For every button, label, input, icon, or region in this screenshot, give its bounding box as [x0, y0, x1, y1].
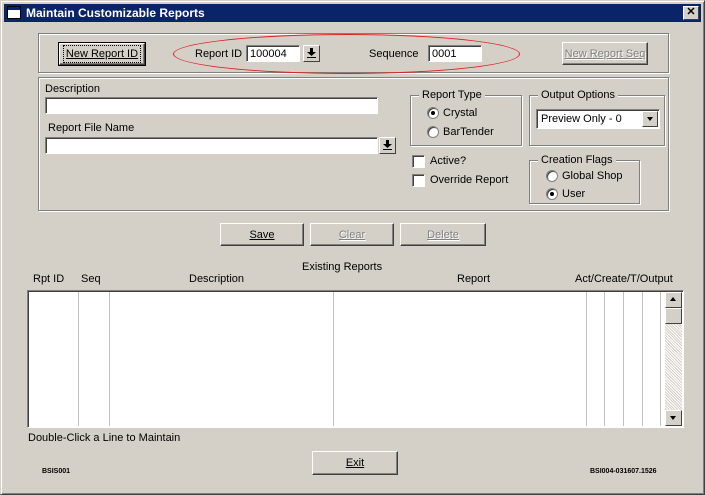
column-divider — [660, 292, 661, 426]
scroll-up-arrow-icon — [670, 297, 676, 301]
report-file-name-label: Report File Name — [48, 122, 135, 134]
report-id-lookup-button[interactable] — [303, 45, 320, 62]
column-divider — [333, 292, 334, 426]
report-file-name-field[interactable] — [45, 137, 378, 154]
new-report-seq-label: New Report Seq — [564, 47, 646, 60]
user-radio[interactable] — [546, 188, 558, 200]
column-divider — [586, 292, 587, 426]
column-divider — [604, 292, 605, 426]
delete-button[interactable]: Delete — [400, 223, 486, 246]
download-arrow-icon — [383, 140, 392, 150]
window-title: Maintain Customizable Reports — [26, 6, 205, 20]
report-type-group: Report Type — [410, 89, 522, 146]
grid-vertical-scrollbar[interactable] — [665, 292, 682, 426]
download-arrow-icon — [307, 48, 316, 58]
override-report-label: Override Report — [430, 174, 509, 186]
clear-label: Clear — [338, 228, 366, 241]
main-window: Maintain Customizable Reports ✕ New Repo… — [0, 0, 705, 495]
user-label: User — [562, 188, 586, 200]
active-checkbox[interactable] — [412, 155, 425, 168]
report-type-title: Report Type — [419, 89, 485, 101]
sequence-field[interactable]: 0001 — [428, 45, 482, 62]
close-button[interactable]: ✕ — [683, 6, 699, 20]
window-icon — [7, 6, 21, 19]
report-id-label: Report ID — [195, 48, 243, 60]
output-options-title: Output Options — [538, 89, 618, 101]
description-field[interactable] — [45, 97, 378, 114]
output-options-dropdown-button[interactable] — [642, 111, 658, 127]
global-shop-radio[interactable] — [546, 170, 558, 182]
chevron-down-icon — [647, 117, 653, 121]
active-label: Active? — [430, 155, 467, 167]
override-report-checkbox[interactable] — [412, 174, 425, 187]
column-divider — [109, 292, 110, 426]
title-bar[interactable]: Maintain Customizable Reports ✕ — [4, 4, 701, 22]
save-button[interactable]: Save — [220, 223, 304, 246]
column-divider — [78, 292, 79, 426]
exit-label: Exit — [345, 457, 365, 469]
existing-reports-grid[interactable] — [27, 290, 684, 428]
scroll-thumb[interactable] — [665, 308, 682, 324]
report-file-lookup-button[interactable] — [379, 137, 396, 154]
bartender-label: BarTender — [443, 126, 494, 138]
output-options-select[interactable]: Preview Only - 0 — [536, 109, 660, 129]
save-label: Save — [249, 228, 275, 241]
column-divider — [642, 292, 643, 426]
column-header-report: Report — [457, 273, 491, 285]
close-icon: ✕ — [686, 6, 696, 18]
crystal-radio[interactable] — [427, 107, 439, 119]
exit-button[interactable]: Exit — [312, 451, 398, 475]
creation-flags-title: Creation Flags — [538, 154, 616, 166]
clear-button[interactable]: Clear — [310, 223, 394, 246]
form-code-left: BSIS001 — [42, 468, 71, 475]
column-header-rpt-id: Rpt ID — [33, 273, 65, 285]
scroll-down-arrow-icon — [670, 416, 676, 420]
column-header-seq: Seq — [81, 273, 101, 285]
column-header-description: Description — [189, 273, 245, 285]
output-options-value: Preview Only - 0 — [541, 113, 622, 125]
report-id-field[interactable]: 100004 — [246, 45, 300, 62]
sequence-label: Sequence — [369, 48, 419, 60]
scroll-up-button[interactable] — [665, 292, 682, 308]
grid-title: Existing Reports — [302, 261, 383, 273]
new-report-id-label: New Report ID — [62, 45, 142, 63]
form-code-right: BSI004-031607.1526 — [590, 468, 657, 475]
column-header-act-create-output: Act/Create/T/Output — [575, 273, 673, 285]
delete-label: Delete — [427, 228, 459, 241]
global-shop-label: Global Shop — [562, 170, 623, 182]
crystal-label: Crystal — [443, 107, 478, 119]
scroll-down-button[interactable] — [665, 410, 682, 426]
description-label: Description — [45, 83, 101, 95]
new-report-seq-button[interactable]: New Report Seq — [562, 42, 648, 65]
grid-hint: Double-Click a Line to Maintain — [28, 432, 181, 444]
bartender-radio[interactable] — [427, 126, 439, 138]
new-report-id-button[interactable]: New Report ID — [58, 42, 146, 66]
column-divider — [623, 292, 624, 426]
